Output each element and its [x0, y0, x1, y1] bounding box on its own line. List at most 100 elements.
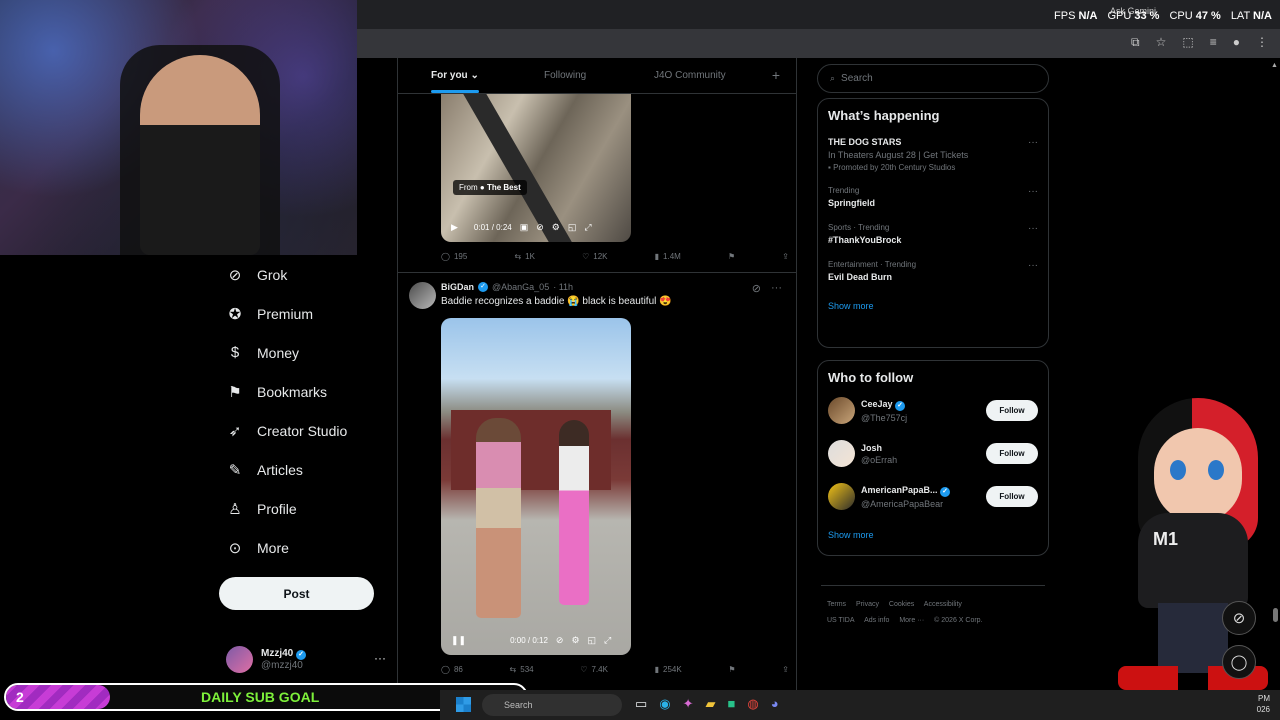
tab-for-you[interactable]: For you ⌄ — [431, 70, 479, 93]
footer-link[interactable]: Privacy — [856, 601, 879, 608]
pause-icon[interactable]: ❚❚ — [451, 635, 466, 646]
source-pill[interactable]: From ● The Best — [453, 180, 527, 195]
avatar[interactable] — [828, 440, 855, 467]
mute-icon[interactable]: ⊘ — [536, 222, 544, 233]
share-button[interactable]: ⇪ — [782, 252, 789, 261]
post-button[interactable]: Post — [219, 577, 374, 610]
nav-item-bookmarks[interactable]: ⚑ Bookmarks — [222, 372, 392, 411]
repost-count: 534 — [520, 665, 534, 674]
grok-icon[interactable]: ⊘ — [1222, 601, 1256, 635]
windows-start-icon[interactable] — [456, 697, 471, 712]
nav-item-articles[interactable]: ✎ Articles — [222, 450, 392, 489]
bookmark-button[interactable]: ⚑ — [728, 665, 735, 674]
taskbar-search[interactable]: Search — [482, 694, 622, 716]
settings-icon[interactable]: ⚙ — [571, 635, 579, 646]
tweet-author-handle[interactable]: @AbanGa_05 — [492, 282, 549, 292]
follow-button[interactable]: Follow — [986, 443, 1038, 464]
settings-icon[interactable]: ⚙ — [552, 222, 560, 233]
clock-time: PM — [1258, 694, 1270, 703]
chrome-icon[interactable]: ◍ — [747, 696, 758, 712]
add-tab-icon[interactable]: + — [772, 67, 780, 83]
nav-item-creator-studio[interactable]: ➶ Creator Studio — [222, 411, 392, 450]
discord-icon[interactable]: ◕ — [771, 696, 779, 712]
trend-more-icon[interactable]: ··· — [1028, 186, 1038, 197]
account-switcher[interactable]: Mzzj40 ✓ @mzzj40 ··· — [226, 643, 386, 675]
tab-j4o-community[interactable]: J4O Community — [654, 70, 726, 81]
panel-title: What’s happening — [828, 108, 940, 123]
footer-link[interactable]: Ads info — [864, 617, 889, 624]
pip-icon[interactable]: ◱ — [588, 635, 597, 646]
like-button[interactable]: ♡ 12K — [582, 252, 607, 261]
tweet-author-name[interactable]: BiGDan — [441, 282, 474, 292]
tweet-divider — [398, 272, 796, 273]
profile-avatar-icon[interactable]: ● — [1233, 35, 1240, 50]
avatar[interactable] — [828, 397, 855, 424]
trend-item[interactable]: Entertainment · Trending Evil Dead Burn … — [818, 260, 1048, 282]
follow-suggestion[interactable]: AmericanPapaB... ✓ @AmericaPapaBear Foll… — [818, 475, 1048, 518]
fullscreen-icon[interactable]: ⤢ — [584, 222, 591, 233]
app-icon[interactable]: ■ — [728, 696, 736, 712]
nav-item-premium[interactable]: ✪ Premium — [222, 294, 392, 333]
views-button[interactable]: ▮ 254K — [655, 665, 682, 674]
show-more-link[interactable]: Show more — [818, 530, 1048, 540]
copilot-icon[interactable]: ✦ — [683, 696, 694, 712]
edge-icon[interactable]: ◉ — [659, 696, 670, 712]
show-more-link[interactable]: Show more — [818, 301, 1048, 311]
footer-link[interactable]: US TIDA — [827, 617, 855, 624]
nav-item-money[interactable]: $ Money — [222, 333, 392, 372]
account-name: Mzzj40 ✓ — [261, 648, 307, 660]
fullscreen-icon[interactable]: ⤢ — [604, 635, 611, 646]
more-options-icon[interactable]: ··· — [771, 282, 782, 295]
account-more-icon[interactable]: ··· — [374, 651, 386, 665]
follow-suggestion[interactable]: Josh @oErrah Follow — [818, 432, 1048, 475]
reply-button[interactable]: ◯ 195 — [441, 252, 467, 261]
menu-icon[interactable]: ⋮ — [1256, 35, 1268, 50]
follow-button[interactable]: Follow — [986, 486, 1038, 507]
star-icon[interactable]: ☆ — [1156, 35, 1167, 50]
nav-item-profile[interactable]: ♙ Profile — [222, 489, 392, 528]
file-explorer-icon[interactable]: ▰ — [706, 696, 716, 712]
avatar[interactable] — [828, 483, 855, 510]
search-input[interactable]: ⌕ Search — [817, 64, 1049, 93]
trend-more-icon[interactable]: ··· — [1028, 137, 1038, 148]
task-view-icon[interactable]: ▭ — [635, 696, 647, 712]
like-button[interactable]: ♡ 7.4K — [580, 665, 608, 674]
tweet-time[interactable]: · 11h — [553, 282, 573, 292]
footer-link[interactable]: Accessibility — [924, 601, 962, 608]
follow-suggestion[interactable]: CeeJay ✓ @The757cj Follow — [818, 389, 1048, 432]
extensions-icon[interactable]: ⬚ — [1182, 35, 1193, 50]
nav-item-more[interactable]: ⊙ More — [222, 528, 392, 567]
scroll-up-icon[interactable]: ▲ — [1271, 62, 1278, 69]
views-button[interactable]: ▮ 1.4M — [655, 252, 681, 261]
trend-more-icon[interactable]: ··· — [1028, 260, 1038, 271]
trend-item[interactable]: Trending Springfield ··· — [818, 186, 1048, 208]
footer-link[interactable]: Terms — [827, 601, 846, 608]
share-button[interactable]: ⇪ — [782, 665, 789, 674]
trend-more-icon[interactable]: ··· — [1028, 223, 1038, 234]
bookmark-button[interactable]: ⚑ — [728, 252, 735, 261]
tab-following[interactable]: Following — [544, 70, 586, 81]
reply-button[interactable]: ◯ 86 — [441, 665, 463, 674]
video-player[interactable]: From ● The Best ▶ 0:01 / 0:24 ▣ ⊘ ⚙ ◱ ⤢ — [441, 94, 631, 242]
footer-link[interactable]: More ··· — [899, 617, 924, 624]
trend-item[interactable]: Sports · Trending #ThankYouBrock ··· — [818, 223, 1048, 245]
video-player[interactable]: ❚❚ 0:00 / 0:12 ⊘ ⚙ ◱ ⤢ — [441, 318, 631, 655]
pip-icon[interactable]: ◱ — [568, 222, 577, 233]
chat-icon[interactable]: ◯ — [1222, 645, 1256, 679]
nav-label: Bookmarks — [257, 383, 328, 400]
play-icon[interactable]: ▶ — [451, 222, 458, 233]
repost-button[interactable]: ⇆ 1K — [514, 252, 535, 261]
follow-button[interactable]: Follow — [986, 400, 1038, 421]
trend-item[interactable]: THE DOG STARS In Theaters August 28 | Ge… — [818, 137, 1048, 172]
nav-item-grok[interactable]: ⊘ Grok — [222, 255, 392, 294]
install-icon[interactable]: ⧉ — [1131, 35, 1140, 50]
system-tray[interactable]: PM 026 — [1257, 693, 1270, 715]
repost-button[interactable]: ⇆ 534 — [510, 665, 534, 674]
tweet-avatar[interactable] — [409, 282, 436, 309]
footer-link[interactable]: Cookies — [889, 601, 914, 608]
grok-icon[interactable]: ⊘ — [752, 282, 761, 295]
reading-list-icon[interactable]: ≡ — [1210, 35, 1217, 50]
tweet-actions: ◯ 195 ⇆ 1K ♡ 12K ▮ 1.4M ⚑ ⇪ — [441, 252, 789, 261]
mute-icon[interactable]: ⊘ — [556, 635, 564, 646]
captions-icon[interactable]: ▣ — [520, 222, 529, 233]
